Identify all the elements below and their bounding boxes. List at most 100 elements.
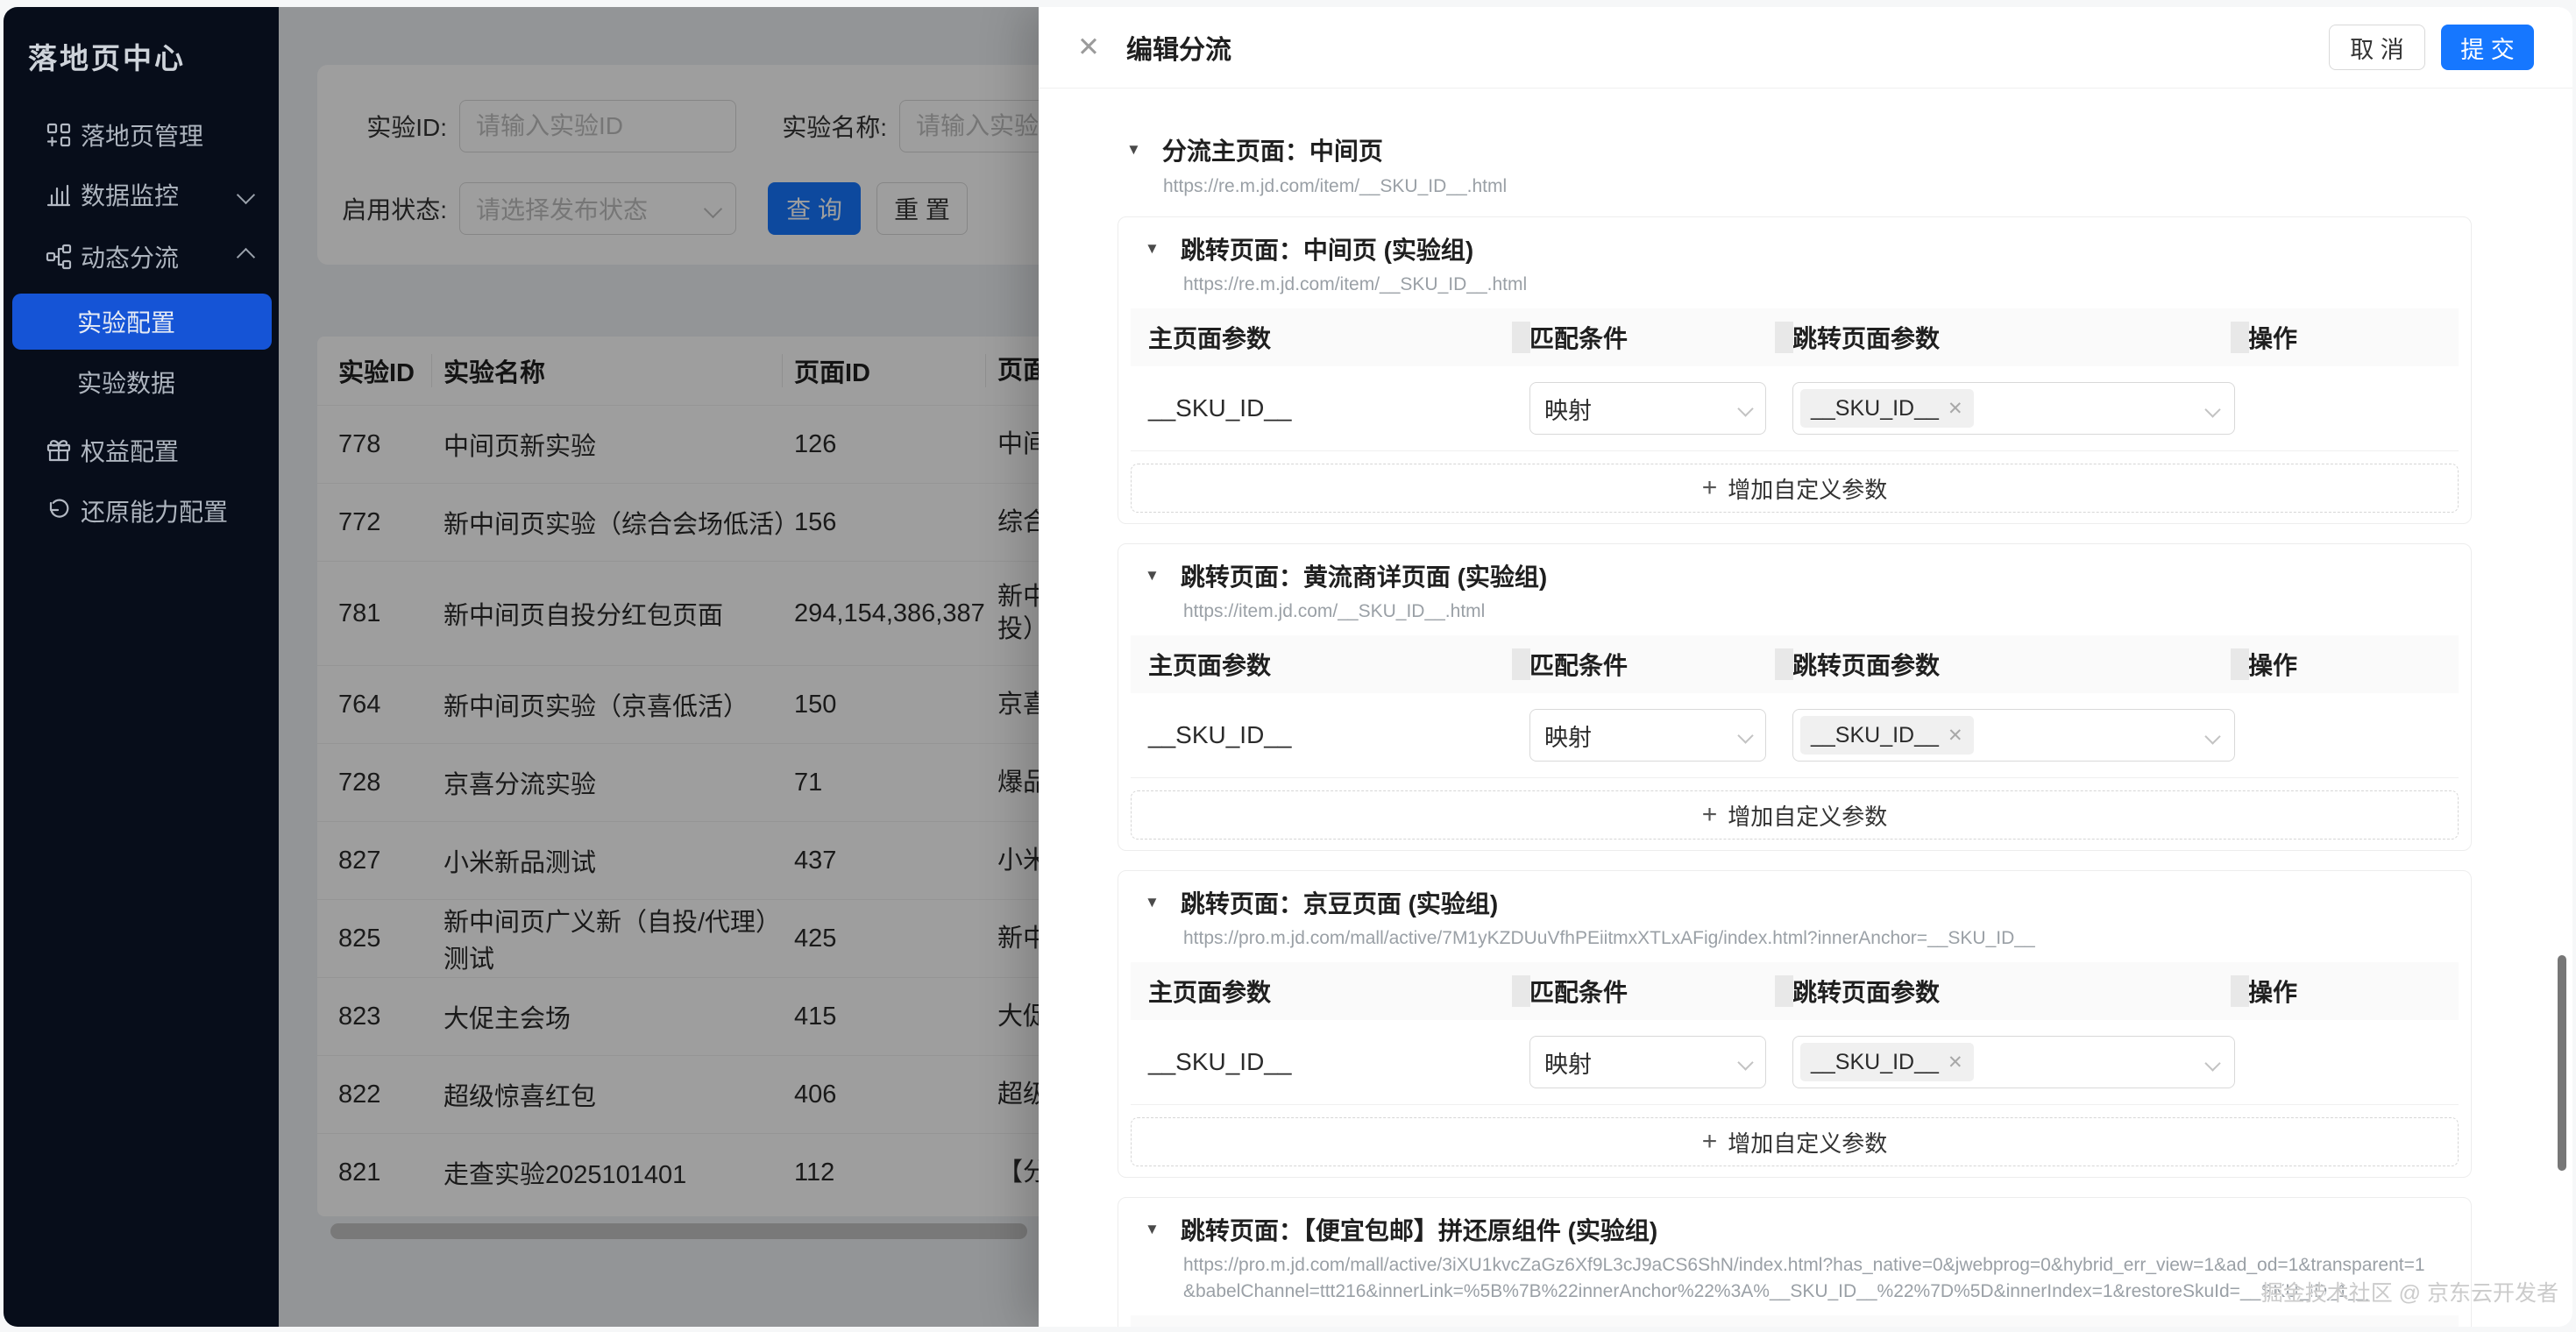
param-table-header: 主页面参数 匹配条件 跳转页面参数 操作 xyxy=(1131,635,2459,693)
condition-value: 映射 xyxy=(1544,392,1592,426)
param-tag-label: __SKU_ID__ xyxy=(1811,396,1939,422)
card-header[interactable]: ▼ 跳转页面：京豆页面 (实验组) xyxy=(1145,885,2450,920)
drawer-body: ▼ 分流主页面：中间页 https://re.m.jd.com/item/__S… xyxy=(1039,89,2572,1327)
param-row: __SKU_ID__ 映射 __SKU_ID__ ✕ xyxy=(1131,693,2459,778)
app-title: 落地页中心 xyxy=(28,35,186,77)
plus-icon: + xyxy=(1702,802,1718,828)
add-custom-param-button[interactable]: + 增加自定义参数 xyxy=(1131,1117,2459,1166)
drawer-title: 编辑分流 xyxy=(1126,28,2329,67)
column-divider xyxy=(2231,322,2249,353)
sidebar-item-label: 实验配置 xyxy=(77,304,175,339)
card-url: https://pro.m.jd.com/mall/active/3iXU1kv… xyxy=(1183,1252,2434,1305)
col-actions: 操作 xyxy=(2231,647,2459,682)
vertical-scrollbar[interactable] xyxy=(2558,955,2566,1171)
chevron-down-icon xyxy=(237,185,255,203)
main-section-title: 分流主页面：中间页 xyxy=(1162,132,1383,167)
caret-down-icon: ▼ xyxy=(1145,894,1160,911)
watermark: 掘金技术社区 @ 京东云开发者 xyxy=(2261,1276,2558,1307)
sidebar: 落地页中心 落地页管理 数据监控 动态分流 实验配置 实验数据 xyxy=(4,7,279,1327)
column-divider xyxy=(1512,322,1530,353)
column-divider xyxy=(2231,975,2249,1007)
column-divider xyxy=(1512,648,1530,680)
card-header[interactable]: ▼ 跳转页面：中间页 (实验组) xyxy=(1145,231,2450,266)
sidebar-item-label: 数据监控 xyxy=(81,177,179,212)
jump-page-card: ▼ 跳转页面：京豆页面 (实验组) https://pro.m.jd.com/m… xyxy=(1118,870,2472,1178)
jump-page-card: ▼ 跳转页面：中间页 (实验组) https://re.m.jd.com/ite… xyxy=(1118,216,2472,524)
sidebar-item-label: 落地页管理 xyxy=(81,117,203,152)
chevron-down-icon xyxy=(1737,400,1753,416)
param-tag: __SKU_ID__ ✕ xyxy=(1800,716,1974,755)
tag-close-icon[interactable]: ✕ xyxy=(1948,725,1963,747)
sidebar-item-label: 还原能力配置 xyxy=(81,493,228,528)
main-section-header[interactable]: ▼ 分流主页面：中间页 xyxy=(1118,132,2472,167)
sidebar-item-split[interactable]: 动态分流 xyxy=(4,231,279,282)
monitor-icon xyxy=(44,181,74,208)
add-custom-param-label: 增加自定义参数 xyxy=(1728,472,1887,505)
param-tag-label: __SKU_ID__ xyxy=(1811,1050,1939,1075)
column-divider xyxy=(1512,975,1530,1007)
sidebar-item-exp-config[interactable]: 实验配置 xyxy=(12,294,272,350)
add-custom-param-label: 增加自定义参数 xyxy=(1728,799,1887,832)
condition-value: 映射 xyxy=(1544,719,1592,753)
condition-select[interactable]: 映射 xyxy=(1529,1036,1766,1088)
col-match-condition: 匹配条件 xyxy=(1512,647,1775,682)
sidebar-item-monitor[interactable]: 数据监控 xyxy=(4,169,279,220)
sidebar-item-pages[interactable]: 落地页管理 xyxy=(4,110,279,160)
chevron-down-icon xyxy=(1737,727,1753,743)
pages-icon xyxy=(44,122,74,148)
add-custom-param-button[interactable]: + 增加自定义参数 xyxy=(1131,464,2459,513)
col-jump-param: 跳转页面参数 xyxy=(1775,974,2231,1009)
main-section-url: https://re.m.jd.com/item/__SKU_ID__.html xyxy=(1163,176,2472,197)
column-divider xyxy=(1775,975,1793,1007)
chevron-down-icon xyxy=(2204,1055,2220,1071)
drawer-mask[interactable] xyxy=(279,7,1039,1327)
param-tag: __SKU_ID__ ✕ xyxy=(1800,1043,1974,1081)
col-match-condition: 匹配条件 xyxy=(1512,974,1775,1009)
col-actions: 操作 xyxy=(2231,974,2459,1009)
main-param-value: __SKU_ID__ xyxy=(1131,1048,1512,1076)
sidebar-item-restore[interactable]: 还原能力配置 xyxy=(4,485,279,536)
col-main-param: 主页面参数 xyxy=(1131,647,1512,682)
column-divider xyxy=(1775,322,1793,353)
sidebar-item-rights[interactable]: 权益配置 xyxy=(4,425,279,476)
chevron-down-icon xyxy=(2204,728,2220,744)
card-url: https://pro.m.jd.com/mall/active/7M1yKZD… xyxy=(1183,925,2434,952)
add-custom-param-button[interactable]: + 增加自定义参数 xyxy=(1131,790,2459,840)
param-tag-label: __SKU_ID__ xyxy=(1811,723,1939,748)
param-tag: __SKU_ID__ ✕ xyxy=(1800,389,1974,428)
col-main-param: 主页面参数 xyxy=(1131,320,1512,355)
submit-button[interactable]: 提 交 xyxy=(2441,25,2534,70)
card-title: 跳转页面：黄流商详页面 (实验组) xyxy=(1181,558,1547,593)
submit-button-label: 提 交 xyxy=(2460,31,2515,65)
drawer-header: ✕ 编辑分流 取 消 提 交 xyxy=(1039,7,2572,89)
jump-param-multiselect[interactable]: __SKU_ID__ ✕ xyxy=(1792,709,2235,762)
jump-param-multiselect[interactable]: __SKU_ID__ ✕ xyxy=(1792,1036,2235,1088)
chevron-up-icon xyxy=(237,247,255,266)
plus-icon: + xyxy=(1702,475,1718,501)
caret-down-icon: ▼ xyxy=(1145,1221,1160,1238)
card-title: 跳转页面：京豆页面 (实验组) xyxy=(1181,885,1498,920)
col-jump-param: 跳转页面参数 xyxy=(1775,320,2231,355)
close-icon[interactable]: ✕ xyxy=(1077,32,1100,63)
param-table-header: 主页面参数 匹配条件 跳转页面参数 操作 xyxy=(1131,1315,2459,1327)
column-divider xyxy=(1775,648,1793,680)
card-title: 跳转页面：中间页 (实验组) xyxy=(1181,231,1473,266)
card-title: 跳转页面：【便宜包邮】拼还原组件 (实验组) xyxy=(1181,1212,1657,1247)
cancel-button-label: 取 消 xyxy=(2350,31,2404,65)
caret-down-icon: ▼ xyxy=(1145,567,1160,585)
col-actions: 操作 xyxy=(2231,320,2459,355)
tag-close-icon[interactable]: ✕ xyxy=(1948,398,1963,420)
card-header[interactable]: ▼ 跳转页面：【便宜包邮】拼还原组件 (实验组) xyxy=(1145,1212,2450,1247)
condition-select[interactable]: 映射 xyxy=(1529,382,1766,435)
sidebar-item-label: 权益配置 xyxy=(81,433,179,468)
tag-close-icon[interactable]: ✕ xyxy=(1948,1052,1963,1073)
edit-split-drawer: ✕ 编辑分流 取 消 提 交 ▼ 分流主页面：中间页 https://re.m.… xyxy=(1039,7,2572,1327)
cancel-button[interactable]: 取 消 xyxy=(2329,25,2425,70)
card-header[interactable]: ▼ 跳转页面：黄流商详页面 (实验组) xyxy=(1145,558,2450,593)
caret-down-icon: ▼ xyxy=(1126,141,1141,159)
main-param-value: __SKU_ID__ xyxy=(1131,394,1512,422)
condition-value: 映射 xyxy=(1544,1045,1592,1080)
jump-param-multiselect[interactable]: __SKU_ID__ ✕ xyxy=(1792,382,2235,435)
gift-icon xyxy=(44,437,74,464)
condition-select[interactable]: 映射 xyxy=(1529,709,1766,762)
